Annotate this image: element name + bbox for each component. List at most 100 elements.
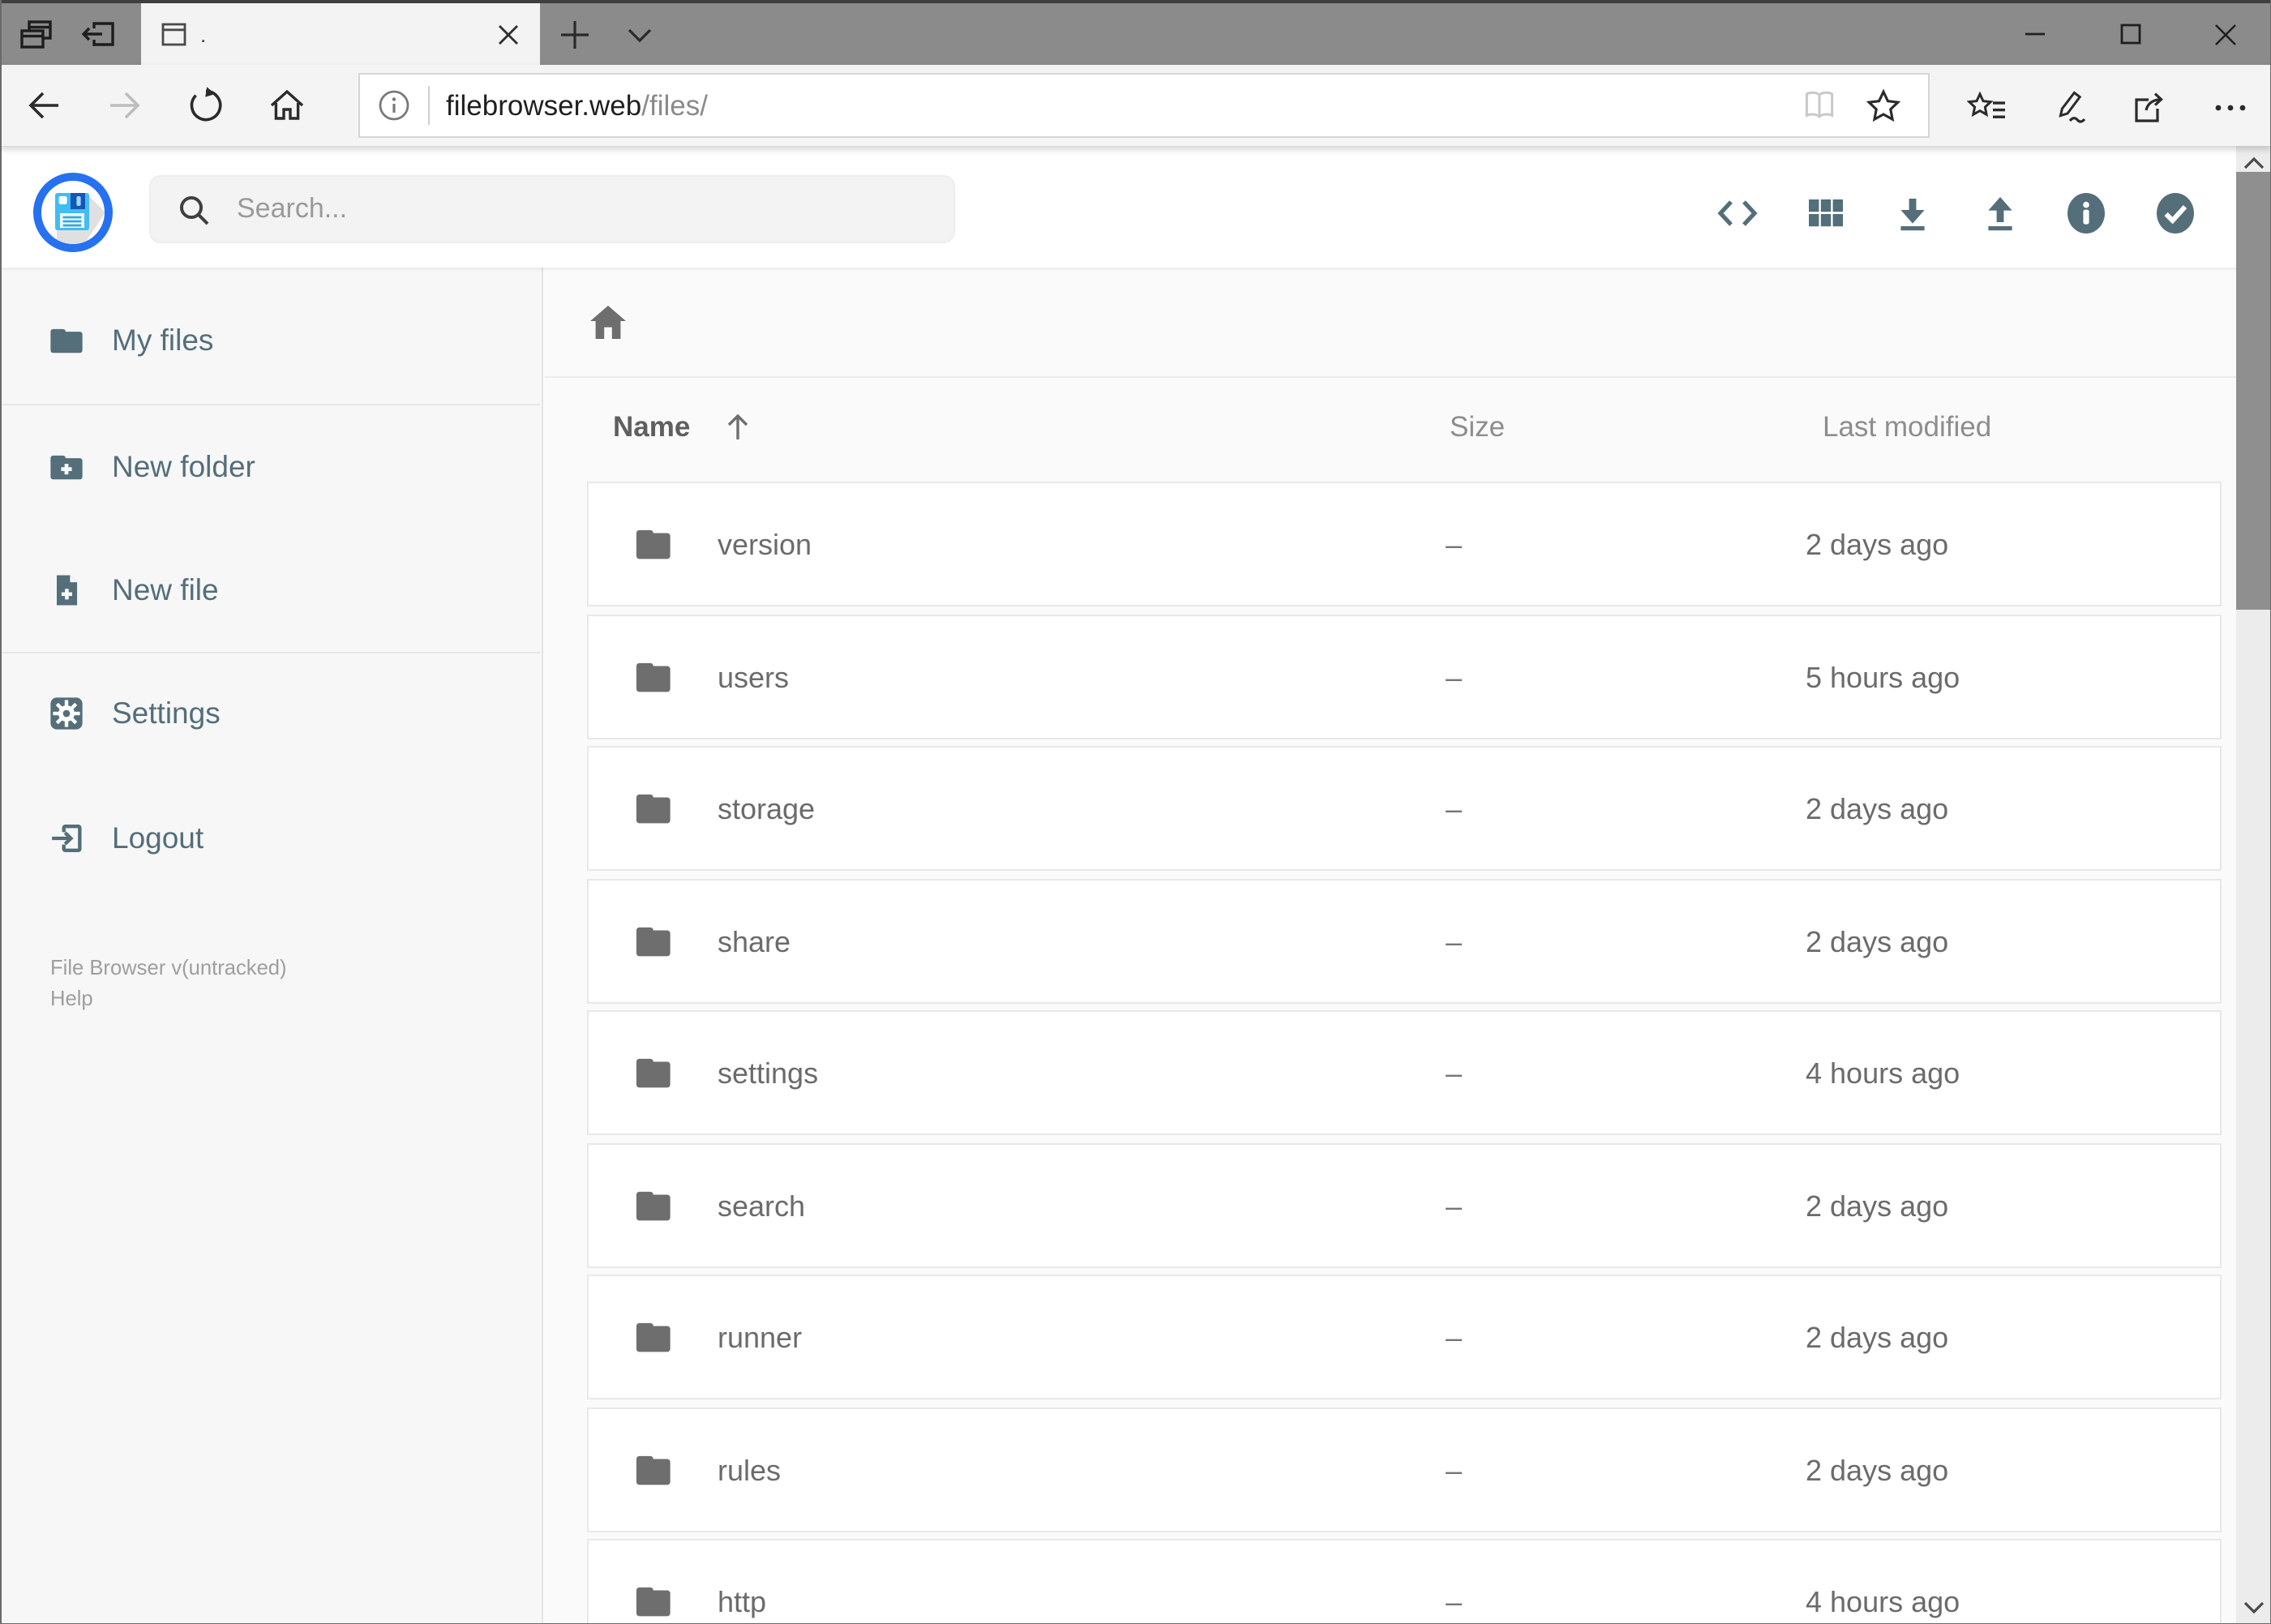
folder-icon (635, 1455, 670, 1485)
file-row[interactable]: search – 2 days ago (586, 1142, 2221, 1267)
code-icon (1717, 200, 1758, 226)
tab-preview-button[interactable] (16, 15, 55, 54)
file-row[interactable]: rules – 2 days ago (586, 1407, 2221, 1532)
set-tabs-aside-button[interactable] (78, 15, 117, 54)
column-header-size[interactable]: Size (1450, 410, 1505, 444)
scrollbar-thumb[interactable] (2235, 172, 2271, 610)
home-button[interactable] (266, 84, 308, 126)
file-name: version (718, 529, 812, 561)
tab-preview-icon (19, 19, 51, 48)
file-row[interactable]: runner – 2 days ago (586, 1275, 2221, 1399)
settings-icon (50, 697, 83, 730)
new-tab-button[interactable] (555, 15, 593, 54)
favorites-hub-button[interactable] (1965, 86, 2007, 128)
file-size: – (1446, 661, 1463, 693)
folder-icon (635, 794, 670, 824)
pen-icon (2058, 90, 2085, 122)
download-button[interactable] (1891, 191, 1935, 235)
select-button[interactable] (2153, 191, 2197, 235)
add-favorite-button[interactable] (1865, 87, 1902, 124)
browser-tab[interactable]: . (140, 3, 540, 65)
filebrowser-logo[interactable] (32, 172, 114, 253)
more-button[interactable] (2209, 86, 2251, 128)
url-host: filebrowser.web (446, 88, 642, 121)
address-bar[interactable]: filebrowser.web/files/ (358, 73, 1930, 138)
breadcrumb-home-button[interactable] (585, 300, 631, 345)
sidebar-item-my-files[interactable]: My files (0, 303, 540, 378)
file-size: – (1446, 925, 1463, 958)
maximize-button[interactable] (2092, 3, 2168, 65)
folder-icon (635, 529, 670, 559)
file-name: search (718, 1189, 806, 1222)
file-modified: 2 days ago (1806, 1322, 1949, 1354)
sidebar-item-new-file[interactable]: New file (0, 552, 540, 627)
file-size: – (1446, 793, 1463, 825)
page-scrollbar[interactable] (2235, 146, 2271, 1624)
tab-list-button[interactable] (619, 15, 658, 54)
search-icon (180, 195, 209, 225)
share-icon (2134, 92, 2162, 122)
folder-icon (635, 1058, 670, 1088)
back-icon (28, 92, 58, 119)
sort-ascending-icon[interactable] (722, 410, 754, 444)
file-row[interactable]: version – 2 days ago (586, 482, 2221, 606)
upload-button[interactable] (1978, 191, 2022, 235)
scroll-down-button[interactable] (2235, 1592, 2271, 1624)
sidebar-item-logout[interactable]: Logout (0, 800, 540, 875)
chevron-up-icon (2243, 156, 2264, 169)
window-frame-left (0, 0, 2, 1624)
file-size: – (1446, 1454, 1463, 1486)
sidebar-divider (0, 403, 540, 405)
file-size: – (1446, 529, 1463, 561)
help-link[interactable]: Help (50, 983, 287, 1013)
chevron-down-icon (627, 28, 651, 42)
forward-button[interactable] (104, 84, 146, 126)
file-row[interactable]: http – 4 hours ago (586, 1539, 2221, 1624)
grid-view-icon (1809, 199, 1843, 227)
folder-icon (50, 328, 83, 354)
search-input[interactable] (234, 191, 953, 227)
sidebar-item-label: Logout (112, 820, 204, 854)
file-modified: 2 days ago (1806, 529, 1949, 561)
file-row[interactable]: settings – 4 hours ago (586, 1010, 2221, 1135)
minimize-button[interactable] (1997, 3, 2073, 65)
grid-view-button[interactable] (1803, 191, 1847, 235)
sidebar: My files New folder New file Settings Lo… (0, 268, 543, 1624)
file-row[interactable]: users – 5 hours ago (586, 614, 2221, 739)
tab-close-button[interactable] (496, 22, 521, 46)
page-icon (161, 22, 186, 45)
file-listing-pane: Name Size Last modified version – 2 days… (545, 268, 2235, 1624)
forward-icon (110, 92, 140, 119)
file-name: share (718, 925, 791, 958)
search-box[interactable] (149, 175, 955, 243)
close-icon (499, 24, 518, 44)
back-button[interactable] (23, 84, 65, 126)
site-info-icon (379, 90, 409, 121)
maximize-icon (2119, 24, 2140, 45)
file-name: runner (718, 1322, 803, 1354)
refresh-button[interactable] (185, 84, 227, 126)
file-row[interactable]: share – 2 days ago (586, 878, 2221, 1003)
folder-icon (635, 1190, 670, 1220)
browser-window: . filebrowser.web/files/ Search... My fi… (0, 0, 2271, 1624)
download-icon (1900, 199, 1925, 231)
file-modified: 4 hours ago (1806, 1057, 1960, 1090)
code-view-button[interactable] (1716, 191, 1759, 235)
file-row[interactable]: storage – 2 days ago (586, 746, 2221, 871)
sidebar-item-new-folder[interactable]: New folder (0, 429, 540, 503)
sidebar-item-settings[interactable]: Settings (0, 676, 540, 751)
column-header-modified[interactable]: Last modified (1823, 410, 1991, 444)
file-list: version – 2 days ago users – 5 hours ago (586, 482, 2221, 1624)
file-modified: 5 hours ago (1806, 661, 1960, 693)
file-modified: 2 days ago (1806, 793, 1949, 825)
close-window-button[interactable] (2187, 3, 2263, 65)
more-icon (2214, 104, 2245, 110)
file-modified: 2 days ago (1806, 1454, 1949, 1486)
reading-view-button[interactable] (1800, 86, 1839, 125)
web-note-button[interactable] (2046, 86, 2089, 128)
info-button[interactable] (2064, 191, 2108, 235)
minimize-icon (2025, 32, 2045, 36)
file-size: – (1446, 1322, 1463, 1354)
share-button[interactable] (2127, 86, 2170, 128)
column-header-name[interactable]: Name (613, 410, 690, 444)
